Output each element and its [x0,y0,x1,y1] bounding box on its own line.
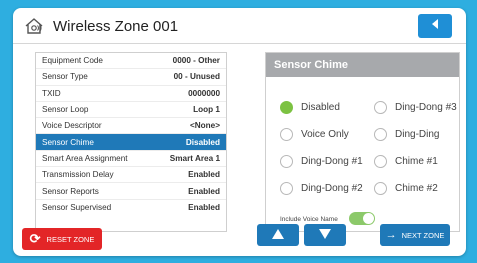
page-title: Wireless Zone 001 [53,18,179,35]
toggle-knob [363,213,374,224]
chime-option[interactable]: Ding-Dong #2 [280,182,363,195]
radio-button[interactable] [374,128,387,141]
radio-button[interactable] [280,101,293,114]
radio-button[interactable] [374,155,387,168]
zone-chime-icon [23,15,45,37]
settings-list: Equipment Code 0000 - Other Sensor Type 00 … [35,52,227,232]
setting-label: Transmission Delay [42,170,114,180]
setting-value: Enabled [188,186,220,196]
setting-label: TXID [42,88,61,98]
reset-zone-button[interactable]: ⟳ RESET ZONE [22,228,102,250]
setting-value: 0000 - Other [172,56,220,66]
sensor-chime-panel: Sensor Chime Disabled Ding-Dong #3 Voice O… [265,52,460,232]
setting-value: Disabled [185,137,220,147]
chime-option-label: Chime #2 [395,183,438,194]
reset-zone-label: RESET ZONE [46,234,95,244]
settings-row[interactable]: Transmission Delay Enabled [36,167,226,184]
radio-button[interactable] [374,182,387,195]
back-button[interactable] [418,14,452,38]
setting-value: 0000000 [188,88,220,98]
setting-label: Sensor Chime [42,137,94,147]
scroll-down-button[interactable] [304,224,346,246]
chime-option[interactable]: Ding-Dong #1 [280,155,363,168]
radio-button[interactable] [280,128,293,141]
chime-option-label: Disabled [301,102,340,113]
settings-row[interactable]: Equipment Code 0000 - Other [36,53,226,70]
right-arrow-icon: → [385,229,397,241]
chime-option[interactable]: Chime #1 [374,155,438,168]
chime-option-label: Chime #1 [395,156,438,167]
radio-button[interactable] [374,101,387,114]
reset-icon: ⟳ [29,231,41,246]
chime-option[interactable]: Voice Only [280,128,349,141]
up-arrow-icon [271,228,285,242]
setting-label: Voice Descriptor [42,121,102,131]
back-arrow-icon [429,17,441,35]
setting-value: Smart Area 1 [169,153,220,163]
radio-button[interactable] [280,182,293,195]
next-zone-button[interactable]: → NEXT ZONE [380,224,450,246]
settings-row[interactable]: Voice Descriptor <None> [36,118,226,135]
setting-label: Equipment Code [42,56,103,66]
radio-button[interactable] [280,155,293,168]
setting-value: Enabled [188,170,220,180]
chime-option-label: Voice Only [301,129,349,140]
next-zone-label: NEXT ZONE [401,230,445,240]
settings-row[interactable]: Sensor Loop Loop 1 [36,102,226,119]
setting-value: 00 - Unused [173,72,220,82]
include-voice-name-toggle[interactable] [349,212,375,225]
chime-option-label: Ding-Dong #1 [301,156,363,167]
chime-option[interactable]: Ding-Ding [374,128,439,141]
chime-option[interactable]: Ding-Dong #3 [374,101,457,114]
scroll-up-button[interactable] [257,224,299,246]
chime-option-label: Ding-Dong #2 [301,183,363,194]
setting-label: Sensor Type [42,72,88,82]
settings-row[interactable]: Sensor Chime Disabled [36,134,226,151]
sensor-chime-title: Sensor Chime [266,53,459,77]
setting-value: Enabled [188,203,220,213]
settings-row[interactable]: Sensor Reports Enabled [36,183,226,200]
chime-option-label: Ding-Ding [395,129,440,140]
chime-option[interactable]: Chime #2 [374,182,438,195]
setting-value: <None> [189,121,220,131]
chime-option-label: Ding-Dong #3 [395,102,457,113]
settings-row[interactable]: Smart Area Assignment Smart Area 1 [36,151,226,168]
header: Wireless Zone 001 [13,8,466,44]
zone-settings-panel: Wireless Zone 001 Equipment Code 0000 - O… [13,8,466,256]
settings-row[interactable]: TXID 0000000 [36,86,226,102]
chime-option[interactable]: Disabled [280,101,340,114]
setting-value: Loop 1 [193,105,220,115]
include-voice-name-label: Include Voice Name [280,216,338,223]
setting-label: Sensor Supervised [42,203,112,213]
setting-label: Sensor Reports [42,186,99,196]
setting-label: Sensor Loop [42,105,89,115]
setting-label: Smart Area Assignment [42,153,128,163]
settings-row[interactable]: Sensor Type 00 - Unused [36,69,226,86]
settings-row[interactable]: Sensor Supervised Enabled [36,200,226,216]
down-arrow-icon [318,228,332,242]
